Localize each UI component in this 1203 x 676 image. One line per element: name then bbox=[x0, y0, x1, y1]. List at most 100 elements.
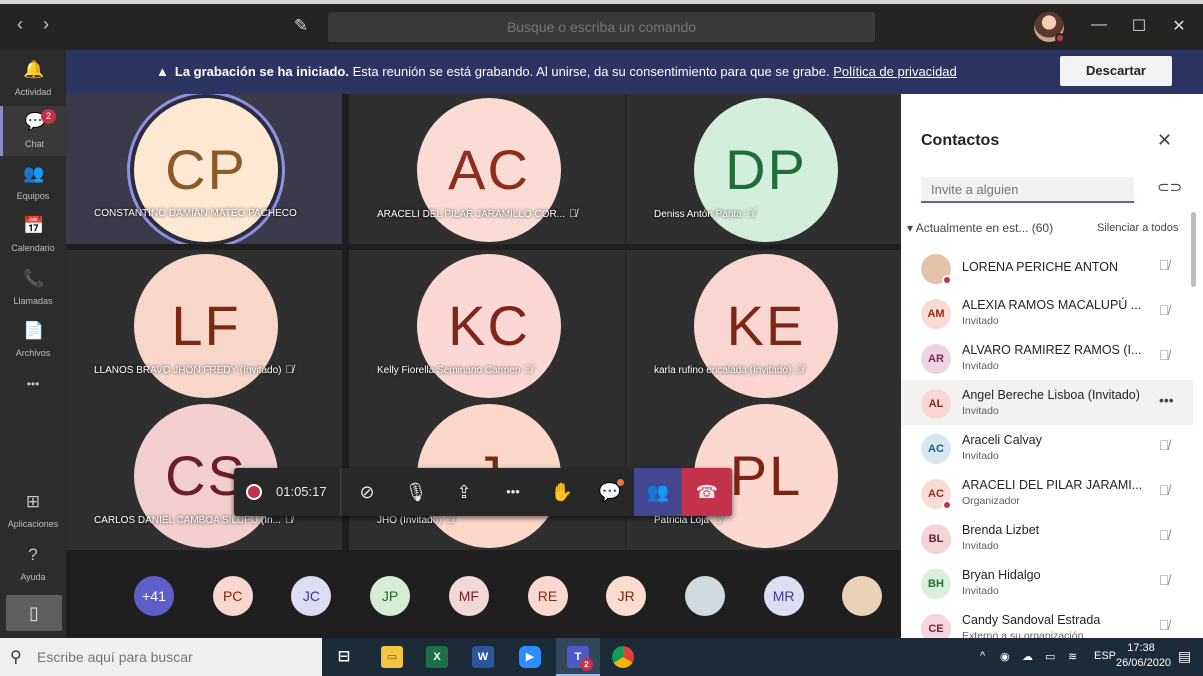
mic-off-icon[interactable]: 🎙̸ bbox=[1159, 572, 1170, 588]
zoom-icon[interactable]: ▶ bbox=[519, 646, 541, 668]
notifications-icon[interactable]: ▤ bbox=[1178, 648, 1191, 665]
participant-thumb[interactable]: PC bbox=[212, 576, 253, 616]
rail-label: Chat bbox=[24, 139, 44, 149]
participant-row[interactable]: AR ALVARO RAMIREZ RAMOS (I... Invitado 🎙̸ bbox=[901, 335, 1193, 380]
participant-thumb[interactable] bbox=[684, 576, 725, 616]
chrome-icon[interactable] bbox=[612, 646, 634, 668]
rail-item-llamadas[interactable]: 📞 Llamadas bbox=[0, 263, 66, 313]
participant-thumb[interactable]: JC bbox=[291, 576, 332, 616]
recording-notice: ▲ La grabación se ha iniciado. Esta reuni… bbox=[156, 64, 957, 79]
excel-icon[interactable]: X bbox=[426, 646, 448, 668]
rail-label: Ayuda bbox=[20, 572, 46, 582]
raise-hand-button[interactable]: ✋ bbox=[538, 468, 586, 516]
privacy-link[interactable]: Política de privacidad bbox=[833, 64, 957, 79]
participant-thumb[interactable]: JP bbox=[370, 576, 411, 616]
participant-thumb[interactable] bbox=[842, 576, 883, 616]
mic-off-icon[interactable]: 🎙̸ bbox=[1159, 527, 1170, 543]
participant-role: Organizador bbox=[962, 495, 1020, 507]
rail-item-aplicaciones[interactable]: ⊞ Aplicaciones bbox=[0, 486, 66, 536]
mic-off-icon[interactable]: 🎙̸ bbox=[1159, 617, 1170, 633]
user-avatar[interactable] bbox=[1034, 12, 1065, 43]
mic-off-button[interactable]: 🎙 bbox=[392, 468, 440, 516]
rail-label: Archivos bbox=[15, 348, 51, 358]
rail-item-actividad[interactable]: 🔔 Actividad bbox=[0, 54, 66, 104]
hang-up-button[interactable]: ☎ bbox=[682, 468, 732, 516]
language-indicator[interactable]: ESP bbox=[1094, 650, 1116, 662]
mic-off-icon: 🎙̸ bbox=[745, 208, 755, 220]
battery-icon[interactable]: ▭ bbox=[1045, 650, 1055, 663]
participant-name: CONSTANTINO DAMIAN MATEO PACHECO bbox=[94, 208, 297, 219]
security-icon[interactable]: ◉ bbox=[1000, 650, 1010, 663]
phone-icon: 📞 bbox=[23, 269, 45, 288]
mic-off-icon: 🎙̸ bbox=[569, 208, 578, 220]
task-view-icon[interactable]: ⊟ bbox=[333, 646, 355, 668]
rail-item-more[interactable]: ••• bbox=[0, 368, 66, 418]
share-button[interactable]: ⇪ bbox=[440, 468, 488, 516]
meeting-chat-button[interactable]: 💬 bbox=[586, 468, 634, 516]
participant-thumb[interactable]: MF bbox=[448, 576, 489, 616]
rail-item-archivos[interactable]: 📄 Archivos bbox=[0, 315, 66, 365]
rail-item-calendario[interactable]: 📅 Calendario bbox=[0, 210, 66, 260]
participant-avatar: CP bbox=[134, 98, 278, 242]
participant-tile[interactable]: AC ARACELI DEL PILAR JARAMILLO COR... 🎙̸ bbox=[349, 94, 625, 244]
mute-all-button[interactable]: Silenciar a todos bbox=[1097, 222, 1178, 234]
mic-off-icon[interactable]: 🎙̸ bbox=[1159, 347, 1170, 363]
participant-row[interactable]: BH Bryan Hidalgo Invitado 🎙̸ bbox=[901, 560, 1193, 605]
participant-name: Candy Sandoval Estrada bbox=[962, 613, 1101, 627]
rail-item-equipos[interactable]: 👥 Equipos bbox=[0, 158, 66, 208]
participant-row[interactable]: AL Angel Bereche Lisboa (Invitado) Invitad… bbox=[901, 380, 1193, 425]
overflow-participants-button[interactable]: +41 bbox=[134, 576, 174, 616]
calendar-icon: 📅 bbox=[23, 216, 45, 235]
tray-chevron-icon[interactable]: ^ bbox=[980, 650, 985, 662]
participants-button[interactable]: 👥 bbox=[634, 468, 682, 516]
dismiss-button[interactable]: Descartar bbox=[1060, 56, 1172, 86]
participant-row[interactable]: AC ARACELI DEL PILAR JARAMI... Organizador… bbox=[901, 470, 1193, 515]
participant-row[interactable]: AM ALEXIA RAMOS MACALUPÚ ... Invitado 🎙̸ bbox=[901, 290, 1193, 335]
link-icon[interactable]: ⊂⊃ bbox=[1157, 178, 1182, 196]
wifi-icon[interactable]: ≋ bbox=[1068, 650, 1077, 663]
participant-row[interactable]: BL Brenda Lizbet Invitado 🎙̸ bbox=[901, 515, 1193, 560]
word-icon[interactable]: W bbox=[472, 646, 494, 668]
rail-item-ayuda[interactable]: ? Ayuda bbox=[0, 539, 66, 589]
participant-thumb[interactable]: MR bbox=[763, 576, 804, 616]
participant-name: LLANOS BRAVO JHON FREDY (Invitado) 🎙̸ bbox=[94, 364, 294, 376]
taskbar-clock[interactable]: 17:38 26/06/2020 bbox=[1116, 641, 1171, 671]
onedrive-icon[interactable]: ☁ bbox=[1022, 650, 1033, 663]
minimize-button[interactable]: — bbox=[1084, 16, 1114, 34]
close-icon[interactable]: ✕ bbox=[1157, 130, 1172, 151]
avatar-initials: BH bbox=[928, 578, 944, 590]
participant-tile[interactable]: KC Kelly Fiorella Seminario Carmen 🎙̸ bbox=[349, 250, 625, 400]
command-search-input[interactable] bbox=[328, 12, 875, 42]
participant-row[interactable]: AC Araceli Calvay Invitado 🎙̸ bbox=[901, 425, 1193, 470]
participant-tile[interactable]: KE karla rufino encalada (Invitado) 🎙̸ bbox=[626, 250, 902, 400]
bell-icon: 🔔 bbox=[23, 60, 45, 79]
taskbar-search-input[interactable] bbox=[0, 638, 322, 676]
rail-item-chat[interactable]: 💬 Chat 2 bbox=[0, 106, 66, 156]
participant-tile[interactable]: LF LLANOS BRAVO JHON FREDY (Invitado) 🎙̸ bbox=[66, 250, 342, 400]
call-timer: 01:05:17 bbox=[276, 484, 327, 499]
participant-role: Invitado bbox=[962, 360, 999, 372]
mic-off-icon[interactable]: 🎙̸ bbox=[1159, 302, 1170, 318]
compose-icon[interactable]: ✎ bbox=[290, 16, 312, 36]
mic-off-icon[interactable]: 🎙̸ bbox=[1159, 257, 1170, 273]
mic-off-icon[interactable]: 🎙̸ bbox=[1159, 482, 1170, 498]
forward-icon[interactable]: › bbox=[36, 14, 56, 35]
device-icon[interactable]: ▯ bbox=[6, 595, 62, 631]
more-options-icon[interactable]: ••• bbox=[1159, 392, 1174, 408]
participant-thumb[interactable]: RE bbox=[527, 576, 568, 616]
in-meeting-header[interactable]: ▾ Actualmente en est... (60) bbox=[907, 221, 1053, 235]
participant-tile[interactable]: CP CONSTANTINO DAMIAN MATEO PACHECO bbox=[66, 94, 342, 244]
invite-input[interactable] bbox=[921, 177, 1134, 203]
file-explorer-icon[interactable]: ▭ bbox=[381, 646, 403, 668]
app-rail: 🔔 Actividad 💬 Chat 2 👥 Equipos 📅 Calenda… bbox=[0, 50, 66, 638]
back-icon[interactable]: ‹ bbox=[10, 14, 30, 35]
more-actions-button[interactable]: ••• bbox=[488, 468, 538, 516]
participant-row[interactable]: LORENA PERICHE ANTON 🎙̸ bbox=[901, 245, 1193, 290]
maximize-button[interactable]: ☐ bbox=[1124, 16, 1154, 36]
mic-off-icon[interactable]: 🎙̸ bbox=[1159, 437, 1170, 453]
close-button[interactable]: ✕ bbox=[1164, 16, 1194, 36]
participant-tile[interactable]: DP Deniss Antón Panta 🎙̸ bbox=[626, 94, 902, 244]
participant-row[interactable]: CE Candy Sandoval Estrada Externo a su org… bbox=[901, 605, 1193, 638]
participant-thumb[interactable]: JR bbox=[606, 576, 647, 616]
camera-off-button[interactable]: ⊘ bbox=[342, 468, 392, 516]
